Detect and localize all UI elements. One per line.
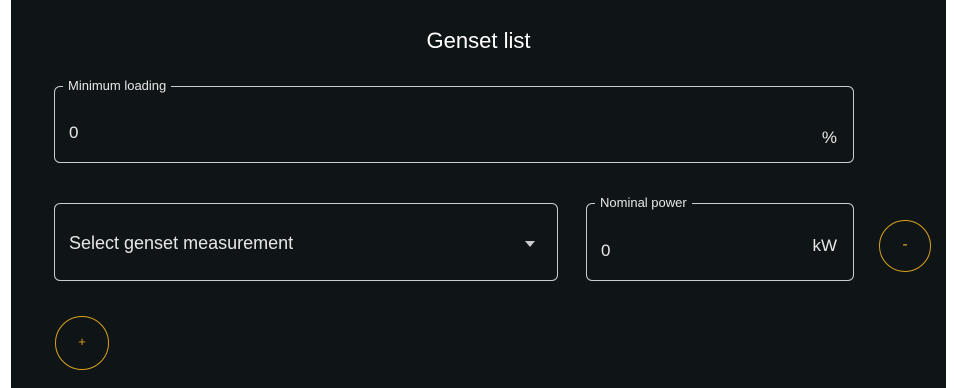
nominal-power-label: Nominal power	[595, 195, 692, 211]
nominal-power-field[interactable]: Nominal power 0 kW	[586, 195, 854, 281]
remove-genset-button[interactable]: -	[879, 220, 931, 272]
genset-list-panel: Genset list Minimum loading 0 % Select g…	[11, 0, 946, 388]
minimum-loading-unit: %	[821, 128, 837, 147]
add-genset-button[interactable]: +	[55, 316, 109, 370]
nominal-power-value[interactable]: 0	[601, 241, 610, 261]
minus-icon: -	[902, 236, 908, 253]
genset-measurement-select[interactable]: Select genset measurement	[54, 203, 558, 281]
plus-icon: +	[78, 334, 86, 349]
minimum-loading-field[interactable]: Minimum loading 0 %	[54, 78, 854, 163]
chevron-down-icon[interactable]	[525, 241, 535, 247]
minimum-loading-label: Minimum loading	[63, 78, 172, 94]
nominal-power-unit: kW	[812, 236, 837, 255]
genset-select-placeholder: Select genset measurement	[69, 233, 294, 253]
page-title: Genset list	[426, 28, 531, 53]
minimum-loading-value[interactable]: 0	[69, 123, 78, 143]
